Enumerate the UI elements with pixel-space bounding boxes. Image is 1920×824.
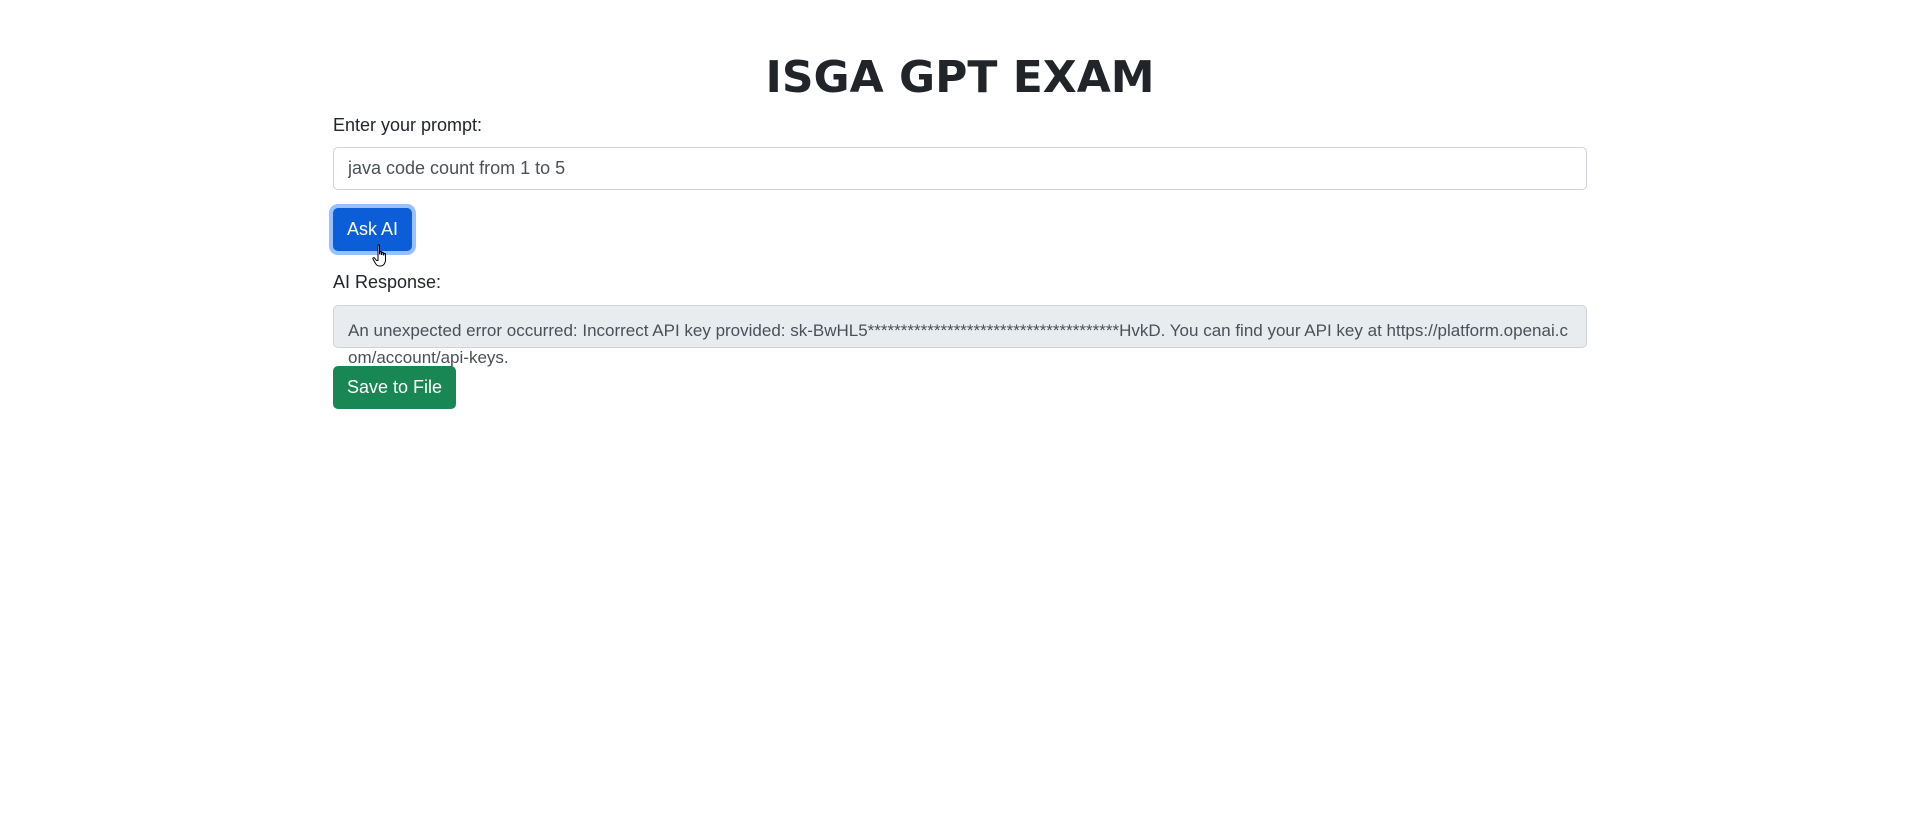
response-label: AI Response: [333,272,442,292]
response-text: An unexpected error occurred: Incorrect … [348,321,1568,367]
prompt-input[interactable] [333,147,1587,190]
hand-pointer-icon [372,244,386,267]
page-title: ISGA GPT EXAM [765,52,1155,103]
save-to-file-button[interactable]: Save to File [333,366,457,409]
prompt-label: Enter your prompt: [333,115,483,135]
